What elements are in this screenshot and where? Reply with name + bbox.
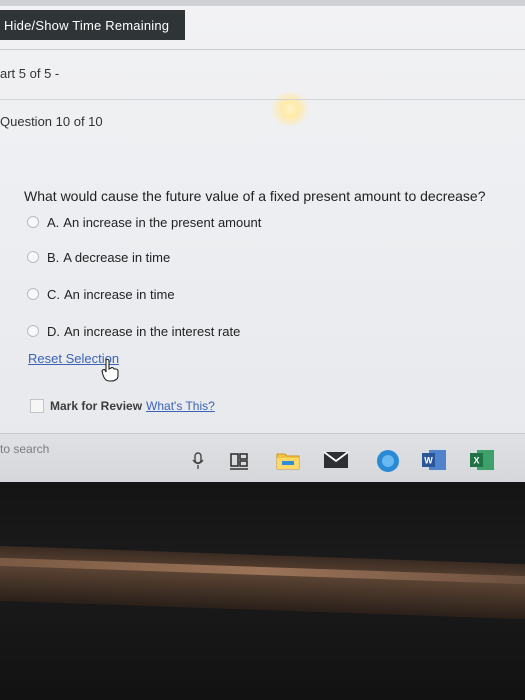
light-glare — [270, 92, 310, 126]
question-text: What would cause the future value of a f… — [24, 188, 486, 204]
word-icon[interactable]: W — [421, 448, 447, 472]
radio-option-a[interactable] — [27, 216, 39, 228]
option-text: A decrease in time — [63, 249, 171, 265]
mail-icon[interactable] — [323, 449, 349, 471]
option-a[interactable]: A. An increase in the present amount — [27, 212, 261, 232]
mark-review-checkbox[interactable] — [30, 399, 44, 413]
radio-option-c[interactable] — [27, 288, 39, 300]
hand-cursor-icon — [101, 358, 119, 382]
option-d[interactable]: D. An increase in the interest rate — [27, 321, 240, 341]
microphone-icon[interactable] — [191, 452, 205, 470]
file-explorer-icon[interactable] — [276, 449, 300, 471]
part-divider — [0, 99, 525, 100]
option-text: An increase in the present amount — [63, 214, 262, 230]
header-divider — [0, 49, 525, 50]
mark-review-label: Mark for Review — [50, 399, 143, 413]
radio-option-d[interactable] — [27, 325, 39, 337]
option-text: An increase in time — [64, 286, 175, 302]
option-letter: A. — [47, 214, 60, 230]
svg-text:W: W — [424, 456, 433, 466]
whats-this-link[interactable]: What's This? — [146, 399, 215, 413]
option-letter: C. — [47, 286, 60, 302]
option-b[interactable]: B. A decrease in time — [27, 247, 170, 267]
taskbar-search-input[interactable]: to search — [0, 442, 49, 456]
option-letter: D. — [47, 323, 60, 339]
radio-option-b[interactable] — [27, 251, 39, 263]
top-edge-bar — [0, 0, 525, 6]
option-letter: B. — [47, 249, 60, 265]
svg-text:X: X — [473, 456, 479, 466]
option-text: An increase in the interest rate — [64, 323, 241, 339]
chrome-icon[interactable] — [375, 448, 401, 474]
part-label: art 5 of 5 - — [0, 66, 60, 81]
task-view-icon[interactable] — [229, 451, 249, 471]
windows-taskbar: to search W X — [0, 433, 525, 482]
excel-icon[interactable]: X — [469, 448, 495, 472]
option-c[interactable]: C. An increase in time — [27, 284, 175, 304]
monitor-screen: Hide/Show Time Remaining art 5 of 5 - Qu… — [0, 0, 525, 482]
hide-show-time-button[interactable]: Hide/Show Time Remaining — [0, 10, 185, 40]
mark-review-row[interactable]: Mark for Review What's This? — [30, 399, 215, 413]
question-number-label: Question 10 of 10 — [0, 114, 103, 129]
